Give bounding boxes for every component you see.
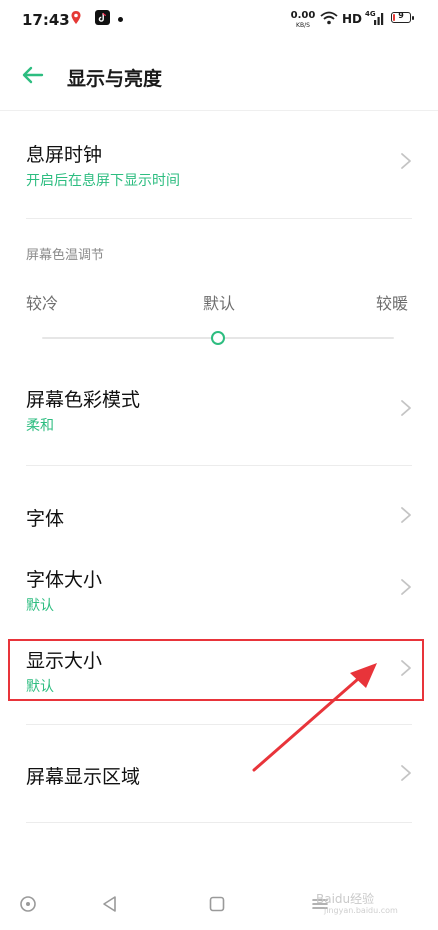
setting-subtitle: 柔和 bbox=[26, 418, 54, 434]
app-bar: 显示与亮度 bbox=[0, 40, 438, 111]
assistant-circle-icon[interactable] bbox=[18, 894, 38, 914]
status-bar: 17:43 0.00 KB/S HD 4G 9 bbox=[0, 0, 438, 40]
tiktok-icon bbox=[95, 10, 110, 25]
hd-indicator: HD bbox=[342, 12, 363, 26]
chevron-right-icon bbox=[401, 579, 411, 595]
chevron-right-icon bbox=[401, 765, 411, 781]
page-title: 显示与亮度 bbox=[67, 68, 163, 90]
setting-title: 屏幕色彩模式 bbox=[26, 389, 141, 411]
back-triangle-icon[interactable] bbox=[100, 894, 120, 914]
divider bbox=[26, 465, 412, 466]
setting-row-aod-clock[interactable]: 息屏时钟 开启后在息屏下显示时间 bbox=[0, 111, 438, 218]
chevron-right-icon bbox=[401, 507, 411, 523]
back-arrow-icon[interactable] bbox=[20, 62, 46, 88]
divider bbox=[26, 724, 412, 725]
setting-row-font-size[interactable]: 字体大小 默认 bbox=[0, 550, 438, 625]
location-pin-icon bbox=[71, 11, 81, 24]
temp-default-label: 默认 bbox=[203, 294, 236, 313]
divider bbox=[26, 218, 412, 219]
watermark: Baidu经验 bbox=[316, 892, 375, 906]
color-temp-slider-thumb[interactable] bbox=[211, 331, 225, 345]
setting-title: 息屏时钟 bbox=[26, 144, 103, 166]
setting-title: 字体 bbox=[26, 508, 65, 530]
temp-warm-label: 较暖 bbox=[376, 294, 409, 313]
watermark-sub: jingyan.baidu.com bbox=[324, 906, 398, 915]
status-time: 17:43 bbox=[22, 11, 70, 29]
setting-title: 字体大小 bbox=[26, 569, 103, 591]
notification-dot-icon bbox=[118, 17, 123, 22]
setting-row-screen-area[interactable]: 屏幕显示区域 bbox=[0, 740, 438, 810]
setting-title: 屏幕显示区域 bbox=[26, 766, 141, 788]
chevron-right-icon bbox=[401, 153, 411, 169]
divider bbox=[26, 822, 412, 823]
section-label-color-temp: 屏幕色温调节 bbox=[26, 248, 105, 263]
cell-signal-icon: 4G bbox=[365, 10, 385, 26]
temp-cold-label: 较冷 bbox=[26, 294, 59, 313]
annotation-highlight-box bbox=[8, 639, 424, 701]
network-speed: 0.00 KB/S bbox=[290, 10, 316, 30]
home-square-icon[interactable] bbox=[207, 894, 227, 914]
setting-subtitle: 开启后在息屏下显示时间 bbox=[26, 173, 180, 189]
setting-subtitle: 默认 bbox=[26, 598, 54, 614]
setting-row-font[interactable]: 字体 bbox=[0, 480, 438, 550]
chevron-right-icon bbox=[401, 400, 411, 416]
setting-row-color-mode[interactable]: 屏幕色彩模式 柔和 bbox=[0, 365, 438, 465]
wifi-icon bbox=[320, 11, 338, 25]
battery-icon: 9 bbox=[391, 11, 414, 23]
